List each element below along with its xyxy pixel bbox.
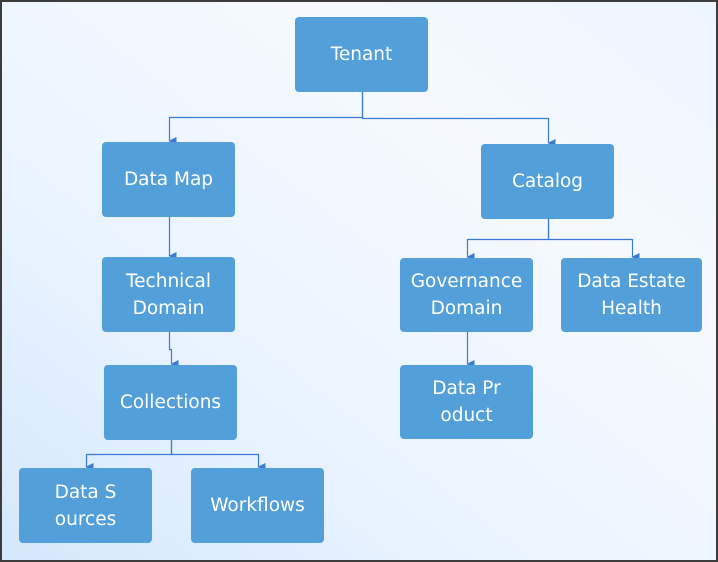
node-collections[interactable]: Collections xyxy=(104,365,237,440)
node-workflows[interactable]: Workflows xyxy=(191,468,324,543)
node-data-estate-health[interactable]: Data Estate Health xyxy=(561,258,702,332)
node-data-map[interactable]: Data Map xyxy=(102,142,235,217)
connector-catalog-to-governance-domain xyxy=(466,219,550,261)
connector-collections-to-data-sources xyxy=(85,440,173,471)
connector-tenant-to-catalog xyxy=(361,92,556,147)
node-catalog[interactable]: Catalog xyxy=(481,144,614,219)
connector-technical-domain-to-collections xyxy=(168,332,179,368)
node-data-sources[interactable]: Data Sources xyxy=(19,468,152,543)
connector-catalog-to-data-estate-health xyxy=(547,219,640,261)
node-tenant[interactable]: Tenant xyxy=(295,17,428,92)
node-data-product[interactable]: Data Product xyxy=(400,365,533,439)
node-governance-domain[interactable]: Governance Domain xyxy=(400,258,533,332)
diagram-canvas: Tenant Data Map Catalog Technical Domain… xyxy=(2,2,716,560)
connector-collections-to-workflows xyxy=(170,440,266,471)
node-technical-domain[interactable]: Technical Domain xyxy=(102,257,235,332)
connector-tenant-to-data-map xyxy=(168,92,364,145)
